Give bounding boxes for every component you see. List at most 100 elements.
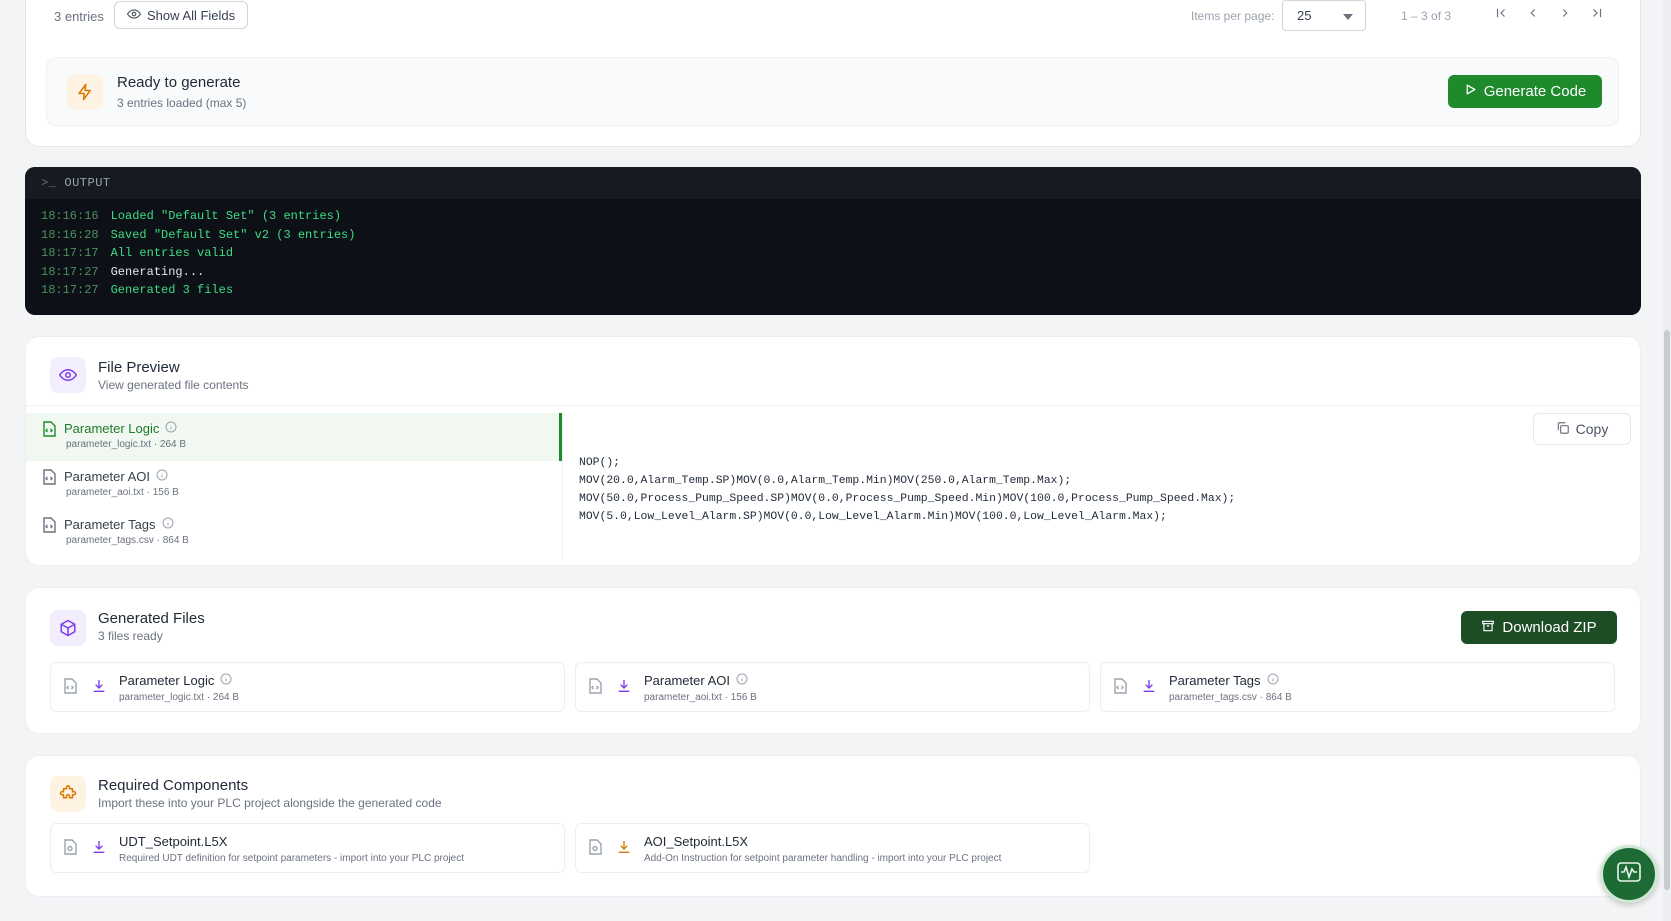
lightning-icon [67, 74, 103, 110]
eye-icon [50, 357, 86, 393]
chevron-down-icon [1343, 8, 1353, 23]
info-icon[interactable] [736, 673, 748, 688]
terminal-prompt-icon: >_ [41, 176, 57, 190]
component-aoi[interactable]: AOI_Setpoint.L5X Add-On Instruction for … [575, 823, 1090, 873]
component-description: Add-On Instruction for setpoint paramete… [644, 853, 1002, 864]
items-per-page-label: Items per page: [1191, 9, 1275, 23]
file-meta: parameter_tags.csv · 864 B [1169, 692, 1292, 703]
code-line: MOV(5.0,Low_Level_Alarm.SP)MOV(0.0,Low_L… [579, 511, 1167, 523]
page-scrollbar-track[interactable] [1663, 0, 1671, 921]
show-all-fields-button[interactable]: Show All Fields [114, 1, 249, 29]
download-zip-button[interactable]: Download ZIP [1461, 611, 1617, 644]
code-preview[interactable]: NOP(); MOV(20.0,Alarm_Temp.SP)MOV(0.0,Ala… [579, 454, 1235, 526]
ready-to-generate-panel: Ready to generate 3 entries loaded (max … [46, 57, 1619, 126]
file-name: Parameter AOI [644, 673, 730, 688]
file-meta: parameter_aoi.txt · 156 B [644, 692, 757, 703]
file-preview-item-tags[interactable]: Parameter Tags parameter_tags.csv · 864 … [26, 509, 562, 557]
ready-title: Ready to generate [117, 74, 241, 91]
component-name: AOI_Setpoint.L5X [644, 834, 749, 849]
log-time: 18:17:17 [41, 246, 99, 260]
next-page-icon[interactable] [1555, 3, 1575, 23]
file-code-icon [588, 678, 602, 699]
info-icon[interactable] [156, 469, 168, 484]
file-meta: parameter_tags.csv · 864 B [66, 535, 189, 546]
divider [26, 405, 1640, 406]
file-code-icon [42, 517, 56, 538]
log-message: Generated 3 files [110, 283, 234, 297]
log-time: 18:17:27 [41, 283, 99, 297]
pagination-range: 1 – 3 of 3 [1401, 9, 1452, 23]
component-name: UDT_Setpoint.L5X [119, 834, 228, 849]
info-icon[interactable] [162, 517, 174, 532]
copy-icon [1556, 421, 1570, 438]
log-message: Generating... [110, 264, 205, 279]
download-icon[interactable] [616, 839, 632, 860]
file-name: Parameter AOI [64, 469, 150, 484]
log-time: 18:16:28 [41, 227, 99, 242]
terminal-log: 18:16:16 Loaded "Default Set" (3 entries… [25, 199, 1641, 302]
copy-button[interactable]: Copy [1533, 413, 1631, 445]
log-line: 18:17:27 Generated 3 files [41, 283, 1641, 302]
pagination-controls [1491, 3, 1607, 23]
generated-file-tags[interactable]: Parameter Tags parameter_tags.csv · 864 … [1100, 662, 1615, 712]
log-message: Loaded "Default Set" (3 entries) [110, 209, 342, 223]
file-code-icon [1113, 678, 1127, 699]
required-components-title: Required Components [98, 777, 249, 794]
code-line: NOP(); [579, 457, 621, 469]
log-message: Saved "Default Set" v2 (3 entries) [110, 227, 356, 242]
download-icon[interactable] [91, 839, 107, 860]
required-components-subtitle: Import these into your PLC project along… [98, 796, 442, 810]
component-udt[interactable]: UDT_Setpoint.L5X Required UDT definition… [50, 823, 565, 873]
generated-files-title: Generated Files [98, 610, 205, 627]
prev-page-icon[interactable] [1523, 3, 1543, 23]
file-preview-list: Parameter Logic parameter_logic.txt · 26… [26, 413, 563, 563]
waveform-icon [1614, 857, 1644, 892]
generate-code-button[interactable]: Generate Code [1448, 75, 1602, 108]
generated-file-aoi[interactable]: Parameter AOI parameter_aoi.txt · 156 B [575, 662, 1090, 712]
generated-files-card: Generated Files 3 files ready Download Z… [25, 587, 1641, 734]
download-icon[interactable] [616, 678, 632, 699]
show-all-fields-label: Show All Fields [147, 7, 236, 23]
log-line: 18:17:27 Generating... [41, 265, 1641, 284]
required-components-card: Required Components Import these into yo… [25, 755, 1641, 897]
archive-icon [1481, 619, 1495, 637]
first-page-icon[interactable] [1491, 3, 1511, 23]
code-line: MOV(50.0,Process_Pump_Speed.SP)MOV(0.0,P… [579, 493, 1236, 505]
info-icon[interactable] [220, 673, 232, 688]
file-meta: parameter_aoi.txt · 156 B [66, 487, 179, 498]
info-icon[interactable] [165, 421, 177, 436]
file-name: Parameter Tags [64, 517, 156, 532]
file-name: Parameter Logic [64, 421, 160, 436]
file-name: Parameter Tags [1169, 673, 1261, 688]
generate-code-label: Generate Code [1483, 83, 1587, 100]
package-icon [50, 610, 86, 646]
generated-file-logic[interactable]: Parameter Logic parameter_logic.txt · 26… [50, 662, 565, 712]
file-preview-subtitle: View generated file contents [98, 378, 249, 392]
log-message: All entries valid [110, 246, 234, 260]
log-time: 18:16:16 [41, 209, 99, 223]
file-preview-item-aoi[interactable]: Parameter AOI parameter_aoi.txt · 156 B [26, 461, 562, 509]
last-page-icon[interactable] [1587, 3, 1607, 23]
ready-subtitle: 3 entries loaded (max 5) [117, 96, 247, 110]
items-per-page-value: 25 [1297, 8, 1312, 23]
items-per-page-select[interactable]: 25 [1282, 0, 1366, 31]
output-terminal: >_ OUTPUT 18:16:16 Loaded "Default Set" … [25, 167, 1641, 315]
download-zip-label: Download ZIP [1502, 619, 1597, 636]
file-settings-icon [63, 839, 77, 860]
file-preview-item-logic[interactable]: Parameter Logic parameter_logic.txt · 26… [26, 413, 562, 461]
file-code-icon [42, 469, 56, 490]
download-icon[interactable] [91, 678, 107, 699]
file-preview-card: File Preview View generated file content… [25, 336, 1641, 566]
file-code-icon [42, 421, 56, 442]
info-icon[interactable] [1267, 673, 1279, 688]
log-line: 18:17:17 All entries valid [41, 246, 1641, 265]
component-description: Required UDT definition for setpoint par… [119, 853, 464, 864]
file-meta: parameter_logic.txt · 264 B [66, 439, 187, 450]
page-scrollbar-thumb[interactable] [1664, 330, 1670, 890]
puzzle-icon [50, 776, 86, 812]
file-meta: parameter_logic.txt · 264 B [119, 692, 240, 703]
play-icon [1464, 83, 1477, 100]
download-icon[interactable] [1141, 678, 1157, 699]
assistant-fab[interactable] [1600, 845, 1658, 903]
file-preview-title: File Preview [98, 359, 180, 376]
